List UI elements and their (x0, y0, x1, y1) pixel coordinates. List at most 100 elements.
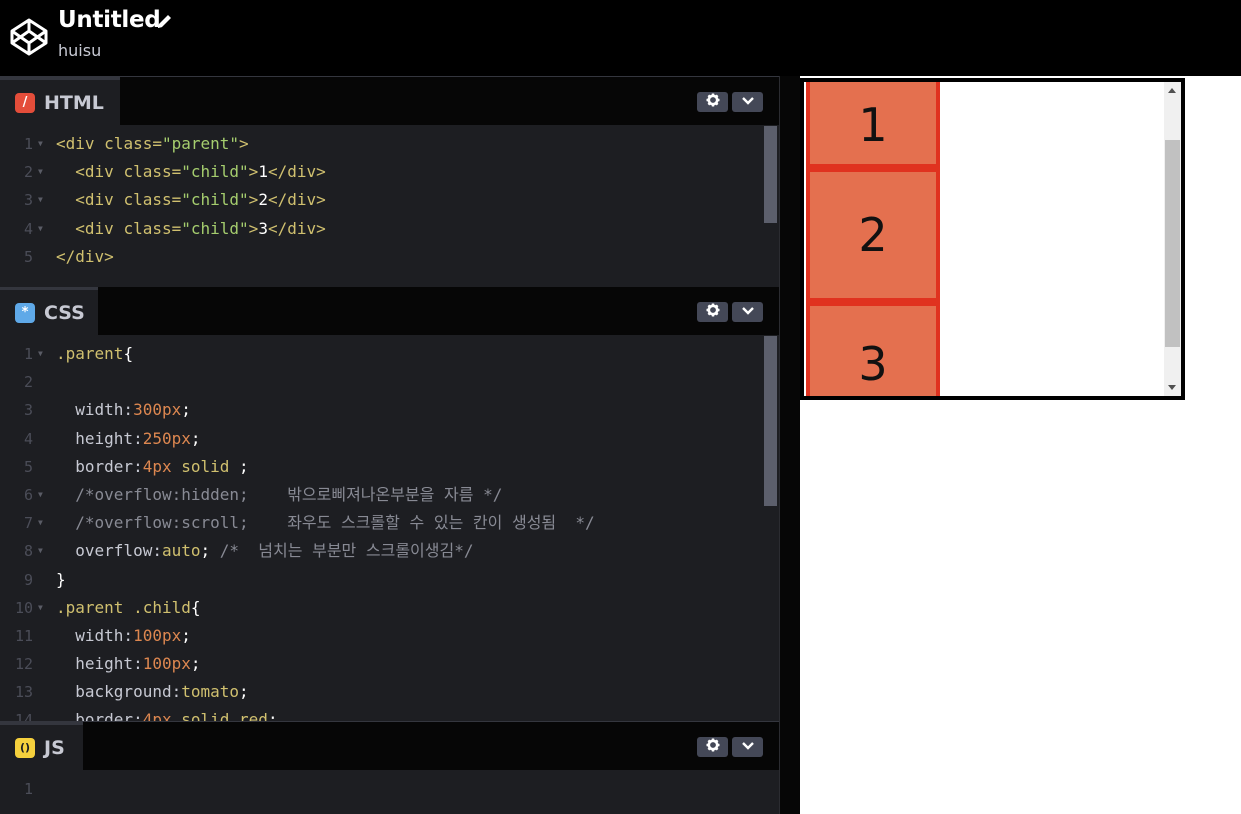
tab-css[interactable]: * CSS (0, 287, 98, 335)
css-code-area[interactable]: 1 ▼ .parent{2 3 width:300px; 4 height:250px;… (0, 335, 779, 721)
child-box-2: 2 (806, 168, 940, 302)
chevron-down-icon (741, 303, 755, 321)
css-settings-button[interactable] (697, 302, 728, 322)
fold-arrow-icon[interactable]: ▼ (38, 186, 43, 214)
code-token: ; (190, 428, 201, 448)
fold-arrow-icon[interactable]: ▼ (38, 481, 43, 509)
editor-column: / HTML 1 ▼ <div class="parent"> 2 ▼ <div cla… (0, 76, 779, 814)
line-number: 9 (23, 570, 33, 589)
resize-divider[interactable] (779, 76, 800, 814)
line-number: 2 (23, 163, 33, 182)
code-token: 250px (142, 428, 191, 448)
code-text: .parent{ (56, 340, 133, 368)
child-label-1: 1 (858, 98, 888, 152)
code-token: solid red (171, 710, 268, 721)
gear-icon (706, 303, 720, 322)
line-number: 1 (23, 780, 33, 798)
code-text: height:250px; (56, 425, 201, 453)
fold-arrow-icon[interactable]: ▼ (38, 158, 43, 186)
code-text: width:100px; (56, 622, 191, 650)
fold-arrow-icon[interactable]: ▼ (38, 340, 43, 368)
code-line: 1 (0, 775, 779, 803)
code-token: class= (104, 134, 162, 153)
code-token: /*overflow:scroll; 좌우도 스크롤할 수 있는 칸이 생성됨 … (56, 513, 595, 533)
line-number: 6 (23, 485, 33, 504)
code-token: 4px (142, 710, 172, 721)
code-token: class= (123, 218, 182, 238)
code-token: ; (190, 654, 201, 674)
js-settings-button[interactable] (697, 737, 728, 757)
scroll-up-arrow-icon[interactable] (1168, 88, 1176, 93)
html-settings-button[interactable] (697, 92, 728, 112)
scroll-down-arrow-icon[interactable] (1168, 385, 1176, 390)
code-token: <div (56, 134, 105, 153)
code-line: 5 </div> (0, 243, 779, 271)
code-line: 3 width:300px; (0, 396, 779, 424)
code-line: 3 ▼ <div class="child">2</div> (0, 186, 779, 214)
js-panel-header: () JS (0, 722, 779, 770)
code-token: </div> (267, 190, 326, 210)
pencil-icon[interactable] (155, 13, 173, 31)
css-tab-icon: * (15, 302, 35, 323)
code-token: width: (56, 400, 134, 420)
html-code-area[interactable]: 1 ▼ <div class="parent"> 2 ▼ <div class="chi… (0, 125, 779, 271)
parent-box[interactable]: 1 2 3 (800, 78, 1185, 400)
code-token: > (248, 190, 259, 210)
js-collapse-button[interactable] (732, 737, 763, 757)
top-bar: Untitled huisu (0, 0, 1241, 76)
code-text: border:4px solid ; (56, 453, 248, 481)
tab-js[interactable]: () JS (0, 722, 83, 770)
preview-scrollbar[interactable] (1164, 82, 1181, 396)
code-line: 12 height:100px; (0, 650, 779, 678)
fold-arrow-icon[interactable]: ▼ (38, 509, 43, 537)
code-line: 11 width:100px; (0, 622, 779, 650)
code-token: > (248, 162, 259, 182)
code-token: ; (181, 400, 191, 420)
css-collapse-button[interactable] (732, 302, 763, 322)
code-token: .parent .child (56, 597, 191, 617)
line-number: 3 (23, 401, 33, 420)
code-token: auto (161, 541, 201, 561)
line-number: 4 (23, 429, 33, 448)
code-line: 2 ▼ <div class="child">1</div> (0, 158, 779, 186)
fold-arrow-icon[interactable]: ▼ (38, 537, 43, 565)
html-collapse-button[interactable] (732, 92, 763, 112)
code-text: /*overflow:scroll; 좌우도 스크롤할 수 있는 칸이 생성됨 … (56, 509, 595, 537)
code-line: 5 border:4px solid ; (0, 453, 779, 481)
css-scrollbar[interactable] (764, 336, 777, 506)
code-text: } (56, 566, 66, 594)
author-name[interactable]: huisu (58, 41, 101, 60)
tab-js-label: JS (44, 736, 65, 759)
code-text: background:tomato; (56, 678, 249, 706)
code-token: <div (56, 218, 124, 238)
code-token: border: (56, 710, 143, 721)
html-editor-panel: / HTML 1 ▼ <div class="parent"> 2 ▼ <div cla… (0, 77, 779, 286)
child-box-3: 3 (806, 302, 940, 396)
code-line: 1 ▼ <div class="parent"> (0, 130, 779, 158)
fold-arrow-icon[interactable]: ▼ (38, 215, 43, 243)
code-token: class= (123, 190, 182, 210)
fold-arrow-icon[interactable]: ▼ (38, 594, 43, 622)
chevron-down-icon (741, 738, 755, 756)
code-token: 300px (133, 400, 182, 420)
fold-arrow-icon[interactable]: ▼ (38, 130, 43, 158)
js-code-area[interactable]: 1 (0, 770, 779, 803)
code-token: border: (56, 456, 143, 476)
code-token: ; (239, 682, 249, 702)
code-text: .parent .child{ (56, 594, 201, 622)
code-token: </div> (56, 246, 114, 266)
code-text: </div> (56, 243, 114, 271)
codepen-logo-icon[interactable] (9, 17, 49, 57)
line-number: 1 (23, 135, 33, 153)
preview-scroll-thumb[interactable] (1165, 140, 1180, 347)
code-token: class= (123, 162, 182, 182)
html-scrollbar[interactable] (764, 126, 777, 223)
code-text: /*overflow:hidden; 밖으로삐져나온부분을 자름 */ (56, 481, 502, 509)
code-line: 7 ▼ /*overflow:scroll; 좌우도 스크롤할 수 있는 칸이 생… (0, 509, 779, 537)
code-token: background: (56, 682, 182, 702)
child-label-2: 2 (858, 208, 888, 262)
line-number: 1 (23, 345, 33, 363)
code-token: } (56, 569, 66, 589)
tab-html[interactable]: / HTML (0, 77, 120, 125)
pen-title[interactable]: Untitled (58, 7, 161, 33)
